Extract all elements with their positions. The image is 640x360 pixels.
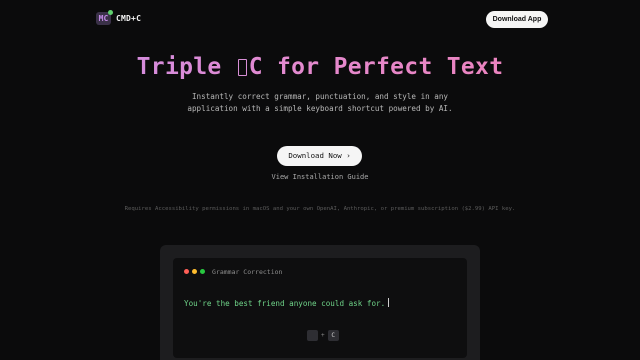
maximize-dot-icon xyxy=(200,269,205,274)
hero-subtitle: Instantly correct grammar, punctuation, … xyxy=(187,92,453,113)
corrected-text-content: You're the best friend anyone could ask … xyxy=(184,299,386,308)
top-nav: MC CMD+C Download App xyxy=(0,0,640,38)
download-now-button[interactable]: Download Now › xyxy=(277,146,362,166)
app-icon-label: MC xyxy=(98,14,109,23)
requirements-note: Requires Accessibility permissions in ma… xyxy=(124,206,516,212)
close-dot-icon xyxy=(184,269,189,274)
download-app-button[interactable]: Download App xyxy=(486,11,548,28)
status-dot-icon xyxy=(108,10,113,15)
hero-title-end: C for Perfect Text xyxy=(248,54,504,80)
minimize-dot-icon xyxy=(192,269,197,274)
hero-title-start: Triple xyxy=(136,54,236,80)
demo-window-title: Grammar Correction xyxy=(212,268,283,276)
brand-logo[interactable]: MC CMD+C xyxy=(96,10,142,25)
installation-guide-link[interactable]: View Installation Guide xyxy=(0,173,640,181)
key-separator: + xyxy=(321,332,325,339)
window-controls xyxy=(184,269,205,274)
shortcut-keys: + C xyxy=(307,330,339,341)
text-cursor-icon xyxy=(388,298,390,307)
hero-title: Triple C for Perfect Text xyxy=(0,54,640,80)
brand-name: CMD+C xyxy=(116,14,142,23)
c-key: C xyxy=(327,330,339,341)
app-icon: MC xyxy=(96,10,113,25)
command-key xyxy=(307,330,318,341)
corrected-text: You're the best friend anyone could ask … xyxy=(184,298,390,308)
command-key-icon xyxy=(237,59,247,76)
